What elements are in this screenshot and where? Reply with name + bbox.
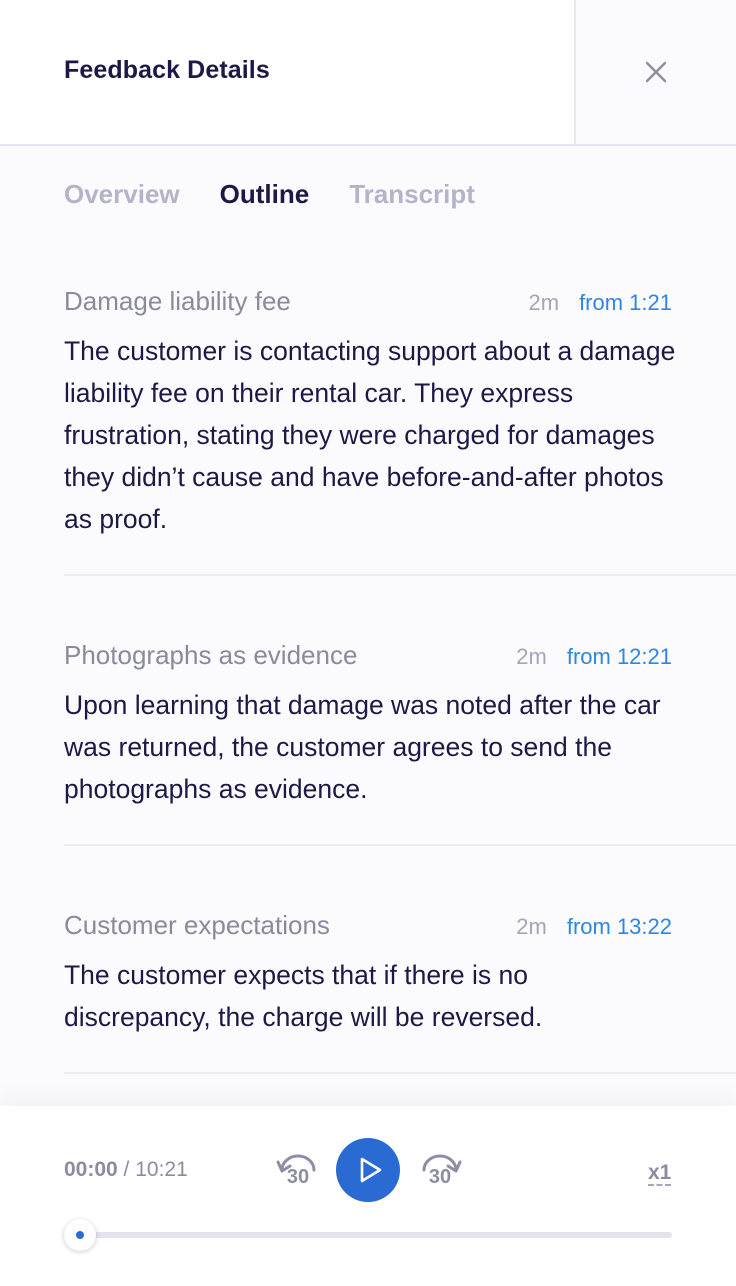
rewind-30-button[interactable]: 30 — [274, 1148, 322, 1196]
close-button[interactable] — [574, 0, 736, 144]
section-title: Customer expectations — [64, 910, 330, 940]
section-header: Damage liability fee 2m from 1:21 — [64, 286, 672, 320]
forward-amount: 30 — [428, 1166, 452, 1188]
from-timestamp-link[interactable]: from 12:21 — [567, 644, 672, 670]
tab-bar: Overview Outline Transcript — [64, 176, 515, 216]
from-timestamp-link[interactable]: from 13:22 — [567, 914, 672, 940]
section-title: Damage liability fee — [64, 286, 291, 316]
progress-handle[interactable] — [63, 1219, 96, 1251]
page-title: Feedback Details — [64, 56, 270, 84]
section-header: Customer expectations 2m from 13:22 — [64, 910, 672, 944]
progress-track[interactable] — [63, 1219, 672, 1251]
tab-outline[interactable]: Outline — [220, 176, 310, 216]
outline-section: Photographs as evidence 2m from 12:21 Up… — [64, 640, 736, 846]
section-body: The customer is contacting support about… — [64, 336, 676, 534]
play-button[interactable] — [336, 1138, 400, 1202]
forward-30-button[interactable]: 30 — [416, 1148, 464, 1196]
header: Feedback Details — [0, 0, 736, 146]
from-timestamp-link[interactable]: from 1:21 — [579, 290, 672, 316]
section-body: Upon learning that damage was noted afte… — [64, 690, 661, 804]
tab-transcript[interactable]: Transcript — [349, 176, 475, 216]
section-duration: 2m — [516, 914, 547, 939]
section-title: Photographs as evidence — [64, 640, 358, 670]
close-icon — [645, 61, 667, 83]
time-separator: / — [117, 1158, 136, 1181]
total-time: 10:21 — [135, 1158, 188, 1181]
section-header: Photographs as evidence 2m from 12:21 — [64, 640, 672, 674]
audio-player: 00:00 / 10:21 30 30 x1 — [0, 1106, 736, 1286]
current-time: 00:00 — [64, 1158, 118, 1181]
section-duration: 2m — [516, 644, 547, 669]
playback-speed-button[interactable]: x1 — [648, 1162, 672, 1186]
progress-handle-dot — [75, 1231, 84, 1239]
time-display: 00:00 / 10:21 — [64, 1158, 188, 1182]
play-icon — [360, 1157, 381, 1183]
outline-section: Damage liability fee 2m from 1:21 The cu… — [64, 286, 736, 576]
section-body: The customer expects that if there is no… — [64, 960, 543, 1032]
tab-overview[interactable]: Overview — [64, 176, 180, 216]
section-duration: 2m — [528, 290, 560, 315]
rewind-amount: 30 — [286, 1166, 310, 1188]
outline-section: Customer expectations 2m from 13:22 The … — [64, 910, 736, 1074]
